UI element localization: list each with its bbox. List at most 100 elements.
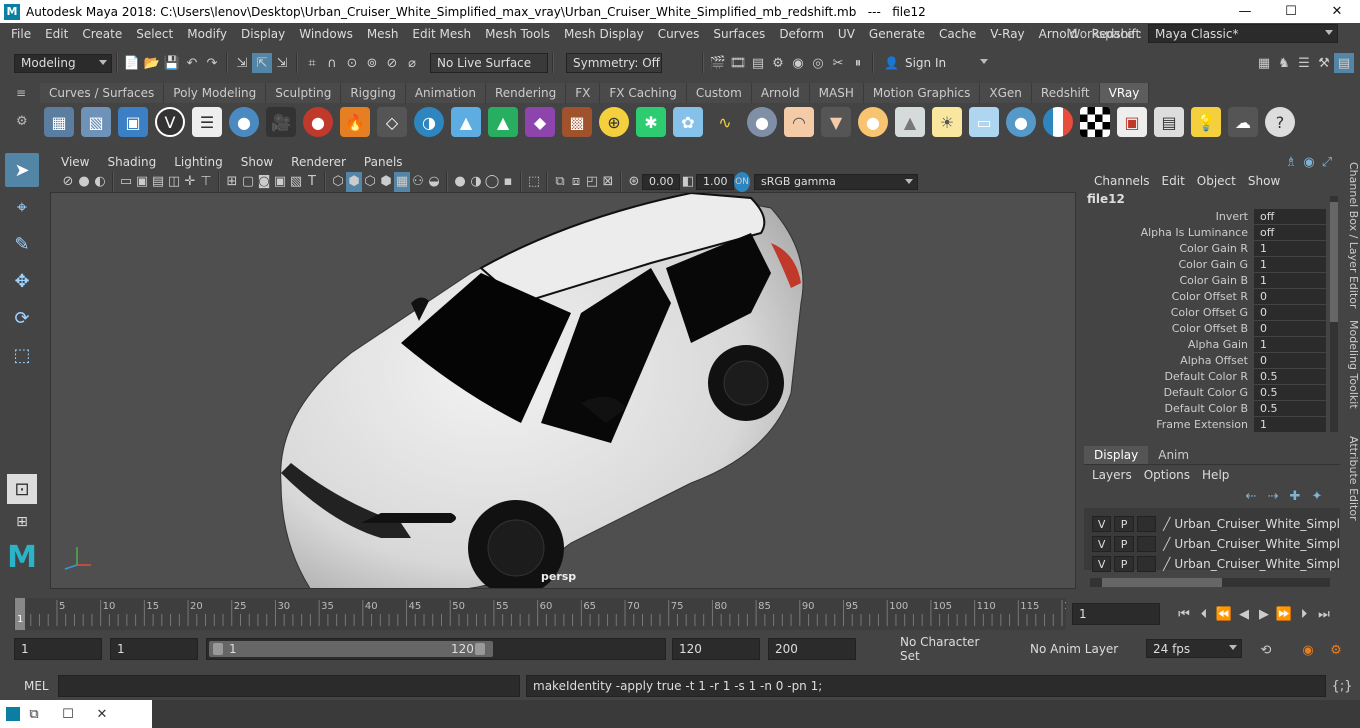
workspace-dropdown[interactable]: Maya Classic* xyxy=(1148,24,1338,43)
channel-row[interactable]: Alpha Gain 1 xyxy=(1084,336,1340,352)
live-surface-field[interactable]: No Live Surface xyxy=(430,53,548,73)
layer-color-swatch[interactable] xyxy=(1136,536,1157,552)
close-button[interactable]: ✕ xyxy=(1314,0,1360,23)
shadows-icon[interactable]: ⬡ xyxy=(330,172,346,192)
minimize-button[interactable]: — xyxy=(1222,0,1268,23)
rotate-tool-icon[interactable]: ⟳ xyxy=(5,301,39,335)
lasso-tool-icon[interactable]: ⌖ xyxy=(5,190,39,224)
vray-light-lister-icon[interactable]: 💡 xyxy=(1191,107,1221,137)
shelf-tab-rendering[interactable]: Rendering xyxy=(486,83,567,103)
channel-box-menu-edit[interactable]: Edit xyxy=(1156,174,1191,188)
layer-menu-layers[interactable]: Layers xyxy=(1088,468,1140,482)
vray-cone-light-icon[interactable]: ▲ xyxy=(895,107,925,137)
channel-row[interactable]: Color Offset G 0 xyxy=(1084,304,1340,320)
animation-preferences-icon[interactable]: ⚙ xyxy=(1326,640,1346,660)
channel-row[interactable]: Frame Extension 1 xyxy=(1084,416,1340,432)
vray-script-icon[interactable]: ☰ xyxy=(192,107,222,137)
menu-deform[interactable]: Deform xyxy=(772,27,831,41)
color-management-icon[interactable]: ON xyxy=(734,171,750,192)
vray-cloud-icon[interactable]: ☁ xyxy=(1228,107,1258,137)
menu-file[interactable]: File xyxy=(4,27,38,41)
move-layer-down-icon[interactable]: ⇢ xyxy=(1262,486,1284,506)
layer-name[interactable]: Urban_Cruiser_White_Simpl xyxy=(1174,537,1340,551)
channel-box-menu-show[interactable]: Show xyxy=(1242,174,1286,188)
shelf-tab-poly-modeling[interactable]: Poly Modeling xyxy=(164,83,267,103)
layer-menu-help[interactable]: Help xyxy=(1198,468,1237,482)
vray-checker-icon[interactable] xyxy=(1080,107,1110,137)
shelf-tab-fx[interactable]: FX xyxy=(566,83,601,103)
layer-name[interactable]: Urban_Cruiser_White_Simpl xyxy=(1174,557,1340,571)
channel-value[interactable]: 1 xyxy=(1254,256,1326,272)
layer-menu-options[interactable]: Options xyxy=(1140,468,1198,482)
modeling-toolkit-icon[interactable]: ▦ xyxy=(1254,53,1274,73)
maximize-small-icon[interactable]: ☐ xyxy=(58,704,78,724)
play-forwards-icon[interactable]: ▶ xyxy=(1254,604,1274,624)
channel-box-menu-channels[interactable]: Channels xyxy=(1088,174,1156,188)
toggle-viewport-icon[interactable]: ⊠ xyxy=(600,172,616,192)
film-gate-icon[interactable]: ▭ xyxy=(118,172,134,192)
channel-box-layout-icon[interactable]: ♗ xyxy=(1282,152,1300,172)
gate-mask-icon[interactable]: ▤ xyxy=(150,172,166,192)
go-to-start-icon[interactable]: ⏮ xyxy=(1174,604,1194,624)
layer-color-swatch[interactable] xyxy=(1136,556,1157,572)
restore-icon[interactable]: ⧉ xyxy=(24,704,44,724)
new-scene-icon[interactable]: 📄 xyxy=(122,53,142,73)
channel-value[interactable]: off xyxy=(1254,208,1326,224)
playback-end-field[interactable]: 120 xyxy=(672,638,760,660)
channel-value[interactable]: 1 xyxy=(1254,416,1326,432)
channel-box-menu-object[interactable]: Object xyxy=(1191,174,1242,188)
menu-modify[interactable]: Modify xyxy=(180,27,234,41)
frame-all-icon[interactable]: ⧈ xyxy=(568,172,584,192)
layer-tab-display[interactable]: Display xyxy=(1084,446,1149,464)
layer-visibility-toggle[interactable]: V xyxy=(1092,556,1112,572)
menu-mesh-tools[interactable]: Mesh Tools xyxy=(478,27,557,41)
pause-render-icon[interactable]: ⏸ xyxy=(848,53,868,73)
menu-windows[interactable]: Windows xyxy=(292,27,360,41)
viewport-panel[interactable]: persp xyxy=(50,192,1076,589)
menu-edit-mesh[interactable]: Edit Mesh xyxy=(405,27,478,41)
fps-dropdown[interactable]: 24 fps xyxy=(1146,639,1242,658)
viewport-menu-shading[interactable]: Shading xyxy=(98,155,165,169)
shelf-tab-animation[interactable]: Animation xyxy=(405,83,486,103)
menu-cache[interactable]: Cache xyxy=(932,27,983,41)
shelf-settings-icon[interactable]: ⚙ xyxy=(16,114,34,129)
character-controls-icon[interactable]: ♞ xyxy=(1274,53,1294,73)
gamma-icon[interactable]: ◧ xyxy=(680,172,696,192)
snap-point-icon[interactable]: ⊙ xyxy=(342,53,362,73)
vray-render-icon[interactable]: ◉ xyxy=(788,53,808,73)
scale-tool-icon[interactable]: ⬚ xyxy=(5,338,39,372)
xray-icon[interactable]: ⬢ xyxy=(346,171,362,192)
tool-settings-icon[interactable]: ⚒ xyxy=(1314,53,1334,73)
safe-title-icon[interactable]: ⊤ xyxy=(198,172,214,192)
vray-proxy-icon[interactable]: ▧ xyxy=(81,107,111,137)
render-view-icon[interactable]: 🎬 xyxy=(708,53,728,73)
shelf-tab-vray[interactable]: VRay xyxy=(1099,83,1150,103)
command-input[interactable] xyxy=(58,675,520,697)
vray-camera-icon[interactable]: 🎥 xyxy=(266,107,296,137)
step-forward-icon[interactable]: ⏵ xyxy=(1294,604,1314,624)
hypershade-icon[interactable]: ◎ xyxy=(808,53,828,73)
select-component-icon[interactable]: ⇲ xyxy=(272,53,292,73)
vray-particles-icon[interactable]: ✿ xyxy=(673,107,703,137)
hud-icon[interactable]: ▪ xyxy=(500,172,516,192)
vray-settings-table-icon[interactable]: ▤ xyxy=(1154,107,1184,137)
exposure-icon[interactable]: ⊛ xyxy=(626,172,642,192)
menu-v-ray[interactable]: V-Ray xyxy=(983,27,1031,41)
channel-row[interactable]: Color Gain R 1 xyxy=(1084,240,1340,256)
snap-view-icon[interactable]: ⊚ xyxy=(362,53,382,73)
menu-edit[interactable]: Edit xyxy=(38,27,75,41)
vray-sphere-light-icon[interactable]: ● xyxy=(229,107,259,137)
shelf-menu-icon[interactable]: ≡ xyxy=(16,86,34,100)
attribute-editor-side-tab[interactable]: Attribute Editor xyxy=(1340,428,1360,528)
channel-row[interactable]: Color Offset B 0 xyxy=(1084,320,1340,336)
script-editor-icon[interactable]: {;} xyxy=(1332,676,1353,696)
image-plane-icon[interactable]: ◐ xyxy=(92,172,108,192)
maximize-button[interactable]: ☐ xyxy=(1268,0,1314,23)
select-tool-icon[interactable]: ➤ xyxy=(5,153,39,187)
vray-sphere-icon[interactable]: ● xyxy=(1006,107,1036,137)
snap-surface-icon[interactable]: ⊘ xyxy=(382,53,402,73)
motion-blur-icon[interactable]: ◒ xyxy=(426,172,442,192)
vray-plane-icon[interactable]: ◇ xyxy=(377,107,407,137)
menu-uv[interactable]: UV xyxy=(831,27,862,41)
frame-selected-icon[interactable]: ◰ xyxy=(584,172,600,192)
